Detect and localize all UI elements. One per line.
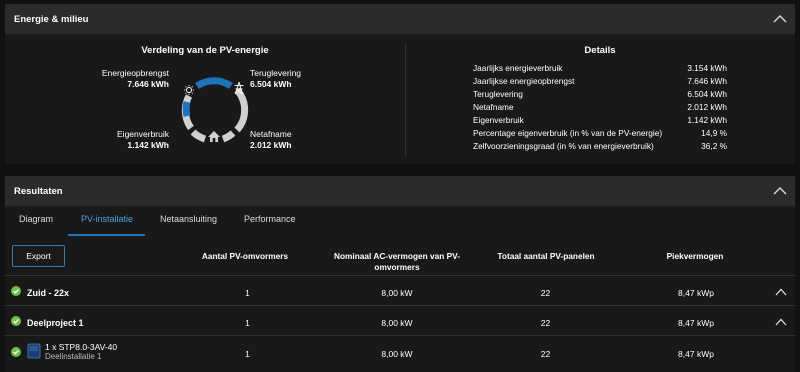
column-header-panels: Totaal aantal PV-panelen bbox=[497, 251, 595, 261]
detail-value: 7.646 kWh bbox=[687, 76, 727, 86]
results-tabs: Diagram PV-installatie Netaansluiting Pe… bbox=[5, 206, 795, 237]
chevron-up-icon[interactable] bbox=[775, 318, 787, 326]
row-name: Deelproject 1 bbox=[27, 318, 84, 328]
energie-panel-title: Energie & milieu bbox=[14, 14, 89, 25]
energie-divider bbox=[405, 44, 406, 156]
details-title: Details bbox=[584, 45, 616, 56]
detail-value: 6.504 kWh bbox=[687, 89, 727, 99]
cell-panels: 22 bbox=[540, 318, 551, 328]
cell-ac-power: 8,00 kW bbox=[381, 318, 413, 328]
yield-label: Energieopbrengst 7.646 kWh bbox=[95, 68, 169, 90]
house-icon bbox=[208, 131, 220, 142]
cell-inverters: 1 bbox=[245, 318, 250, 328]
selfcons-label-text: Eigenverbruik bbox=[117, 129, 169, 139]
column-header-ac-power: Nominaal AC-vermogen van PV-omvormers bbox=[333, 251, 461, 272]
detail-row: Eigenverbruik 1.142 kWh bbox=[473, 115, 727, 127]
cell-inverters: 1 bbox=[245, 349, 250, 359]
detail-row: Jaarlijks energieverbruik 3.154 kWh bbox=[473, 63, 727, 75]
inverter-icon bbox=[27, 343, 41, 359]
row-divider bbox=[5, 335, 795, 336]
detail-value: 36,2 % bbox=[701, 141, 727, 151]
detail-row: Zelfvoorzieningsgraad (in % van energiev… bbox=[473, 141, 727, 153]
feedin-value: 6.504 kWh bbox=[250, 79, 292, 89]
cell-peak: 8,47 kWp bbox=[678, 318, 714, 328]
results-panel-header[interactable]: Resultaten bbox=[5, 176, 795, 206]
cell-inverters: 1 bbox=[245, 288, 250, 298]
export-button[interactable]: Export bbox=[12, 245, 65, 267]
column-header-inverters: Aantal PV-omvormers bbox=[201, 251, 289, 261]
table-row[interactable]: 1 x STP8.0-3AV-40 Deelinstallatie 1 1 8,… bbox=[5, 337, 795, 367]
detail-label: Teruglevering bbox=[473, 89, 523, 99]
check-circle-icon bbox=[11, 347, 21, 357]
detail-label: Eigenverbruik bbox=[473, 115, 524, 125]
yield-label-text: Energieopbrengst bbox=[101, 68, 169, 78]
feedin-label-text: Teruglevering bbox=[250, 68, 302, 78]
detail-label: Percentage eigenverbruik (in % van de PV… bbox=[473, 128, 663, 138]
feedin-arc bbox=[234, 87, 249, 133]
bottom-right-arc bbox=[221, 130, 236, 143]
detail-value: 14,9 % bbox=[701, 128, 727, 138]
row-name: Zuid - 22x bbox=[27, 288, 70, 298]
sun-icon bbox=[184, 85, 194, 95]
cell-peak: 8,47 kWp bbox=[678, 288, 714, 298]
yield-value: 7.646 kWh bbox=[127, 79, 169, 89]
check-circle-icon bbox=[11, 316, 21, 326]
detail-row: Percentage eigenverbruik (in % van de PV… bbox=[473, 128, 727, 140]
check-circle-icon bbox=[11, 286, 21, 296]
feedin-label: Teruglevering 6.504 kWh bbox=[250, 68, 330, 90]
tab-pv-installatie[interactable]: PV-installatie bbox=[81, 214, 133, 224]
cell-ac-power: 8,00 kW bbox=[381, 349, 413, 359]
table-row[interactable]: Zuid - 22x 1 8,00 kW 22 8,47 kWp bbox=[5, 276, 795, 306]
detail-label: Jaarlijkse energieopbrengst bbox=[473, 76, 575, 86]
inverter-name: 1 x STP8.0-3AV-40 bbox=[45, 342, 118, 352]
detail-label: Jaarlijks energieverbruik bbox=[473, 63, 563, 73]
grid-label: Netafname 2.012 kWh bbox=[250, 129, 330, 151]
cell-panels: 22 bbox=[540, 288, 551, 298]
detail-label: Zelfvoorzieningsgraad (in % van energiev… bbox=[473, 141, 654, 151]
chevron-up-icon[interactable] bbox=[773, 186, 787, 196]
detail-value: 2.012 kWh bbox=[687, 102, 727, 112]
grid-label-text: Netafname bbox=[250, 129, 292, 139]
distribution-title: Verdeling van de PV-energie bbox=[141, 45, 269, 56]
bottom-left-arc bbox=[190, 129, 207, 143]
chevron-up-icon[interactable] bbox=[773, 14, 787, 24]
detail-value: 1.142 kWh bbox=[687, 115, 727, 125]
selfcons-arc-blue bbox=[182, 101, 191, 117]
detail-value: 3.154 kWh bbox=[687, 63, 727, 73]
chevron-up-icon[interactable] bbox=[775, 288, 787, 296]
cell-peak: 8,47 kWp bbox=[678, 349, 714, 359]
detail-row: Netafname 2.012 kWh bbox=[473, 102, 727, 114]
grid-value: 2.012 kWh bbox=[250, 140, 292, 150]
selfcons-label: Eigenverbruik 1.142 kWh bbox=[95, 129, 169, 151]
results-panel-title: Resultaten bbox=[14, 186, 63, 197]
tab-netaansluiting[interactable]: Netaansluiting bbox=[160, 214, 217, 224]
inverter-subtitle: Deelinstallatie 1 bbox=[45, 352, 102, 361]
active-tab-indicator bbox=[68, 234, 145, 236]
cell-panels: 22 bbox=[540, 349, 551, 359]
tab-diagram[interactable]: Diagram bbox=[19, 214, 53, 224]
yield-arc bbox=[195, 77, 233, 90]
energie-panel-body: Verdeling van de PV-energie Energieopbre… bbox=[5, 34, 795, 164]
detail-row: Teruglevering 6.504 kWh bbox=[473, 89, 727, 101]
pv-installation-table: Export Aantal PV-omvormers Nominaal AC-v… bbox=[5, 237, 795, 372]
table-row[interactable]: Deelproject 1 1 8,00 kW 22 8,47 kWp bbox=[5, 306, 795, 336]
detail-row: Jaarlijkse energieopbrengst 7.646 kWh bbox=[473, 76, 727, 88]
energie-panel-header[interactable]: Energie & milieu bbox=[5, 4, 795, 34]
selfcons-value: 1.142 kWh bbox=[127, 140, 169, 150]
detail-label: Netafname bbox=[473, 102, 514, 112]
pv-distribution-ring bbox=[181, 77, 249, 143]
tab-performance[interactable]: Performance bbox=[244, 214, 296, 224]
cell-ac-power: 8,00 kW bbox=[381, 288, 413, 298]
column-header-peak: Piekvermogen bbox=[666, 251, 724, 261]
